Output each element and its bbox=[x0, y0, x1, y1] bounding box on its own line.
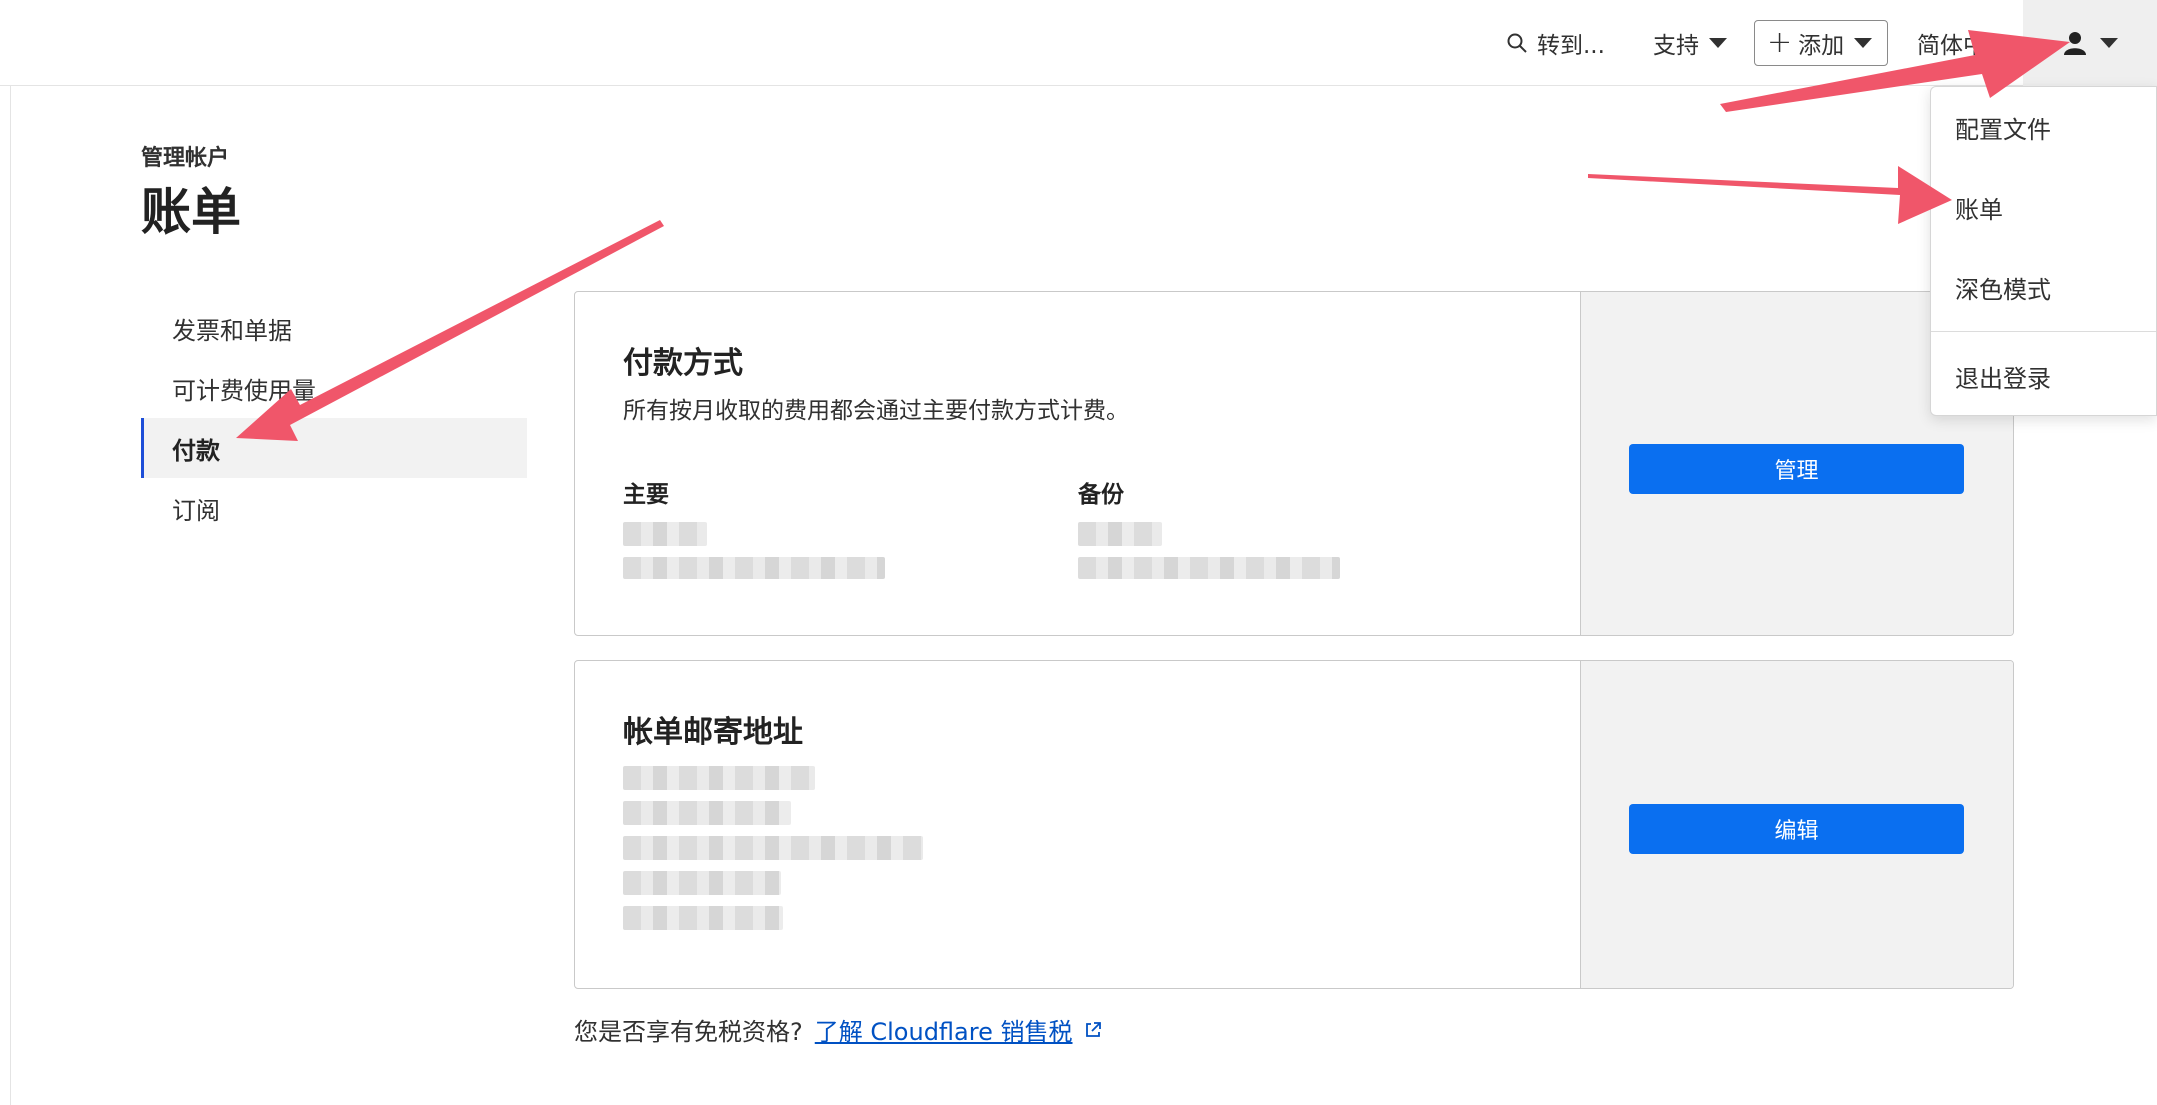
payment-card-description: 所有按月收取的费用都会通过主要付款方式计费。 bbox=[623, 398, 1129, 424]
tax-question: 您是否享有免税资格? bbox=[574, 1018, 803, 1046]
billing-address-card: 帐单邮寄地址 编辑 bbox=[574, 660, 2014, 989]
breadcrumb: 管理帐户 bbox=[141, 146, 230, 171]
support-menu-button[interactable]: 支持 bbox=[1653, 20, 1727, 66]
address-card-title: 帐单邮寄地址 bbox=[623, 715, 803, 750]
user-dropdown-menu: 配置文件 账单 深色模式 退出登录 bbox=[1930, 86, 2157, 416]
search-label: 转到... bbox=[1537, 33, 1605, 59]
user-icon bbox=[2064, 32, 2086, 55]
side-nav: 发票和单据 可计费使用量 付款 订阅 bbox=[141, 298, 527, 538]
language-label: 简体中文 bbox=[1917, 33, 2009, 59]
menu-item-profile[interactable]: 配置文件 bbox=[1931, 87, 2156, 167]
arrow-to-billing-menu-item bbox=[1588, 166, 1952, 224]
user-menu-button[interactable] bbox=[2023, 0, 2157, 86]
search-icon bbox=[1507, 33, 1527, 53]
menu-item-billing[interactable]: 账单 bbox=[1931, 167, 2156, 247]
add-button[interactable]: + 添加 bbox=[1754, 20, 1888, 66]
language-selector[interactable]: 简体中文 bbox=[1917, 20, 2037, 66]
redacted-backup-card-details bbox=[1078, 557, 1340, 579]
nav-item-label: 订阅 bbox=[172, 496, 220, 525]
plus-icon: + bbox=[1767, 25, 1793, 60]
top-bar: 转到... 支持 + 添加 简体中文 bbox=[0, 0, 2157, 86]
nav-item-subscriptions[interactable]: 订阅 bbox=[141, 478, 527, 538]
external-link-icon[interactable] bbox=[1083, 1020, 1103, 1040]
edit-button[interactable]: 编辑 bbox=[1629, 804, 1964, 854]
nav-item-label: 可计费使用量 bbox=[172, 376, 316, 405]
redacted-address-line bbox=[623, 871, 781, 895]
redacted-primary-card-type bbox=[623, 522, 707, 546]
redacted-address-line bbox=[623, 836, 923, 860]
address-card-actions: 编辑 bbox=[1580, 661, 2013, 988]
page-title: 账单 bbox=[141, 183, 241, 241]
redacted-address-line bbox=[623, 766, 815, 790]
menu-item-logout[interactable]: 退出登录 bbox=[1931, 336, 2156, 416]
nav-item-invoices[interactable]: 发票和单据 bbox=[141, 298, 527, 358]
tax-exemption-line: 您是否享有免税资格? 了解 Cloudflare 销售税 bbox=[574, 1012, 1103, 1047]
nav-item-label: 发票和单据 bbox=[172, 316, 292, 345]
redacted-backup-card-type bbox=[1078, 522, 1162, 546]
search-button[interactable]: 转到... bbox=[1505, 20, 1605, 66]
chevron-down-icon bbox=[1854, 38, 1873, 48]
nav-item-label: 付款 bbox=[172, 436, 220, 465]
left-border bbox=[10, 86, 11, 1105]
nav-item-billable-usage[interactable]: 可计费使用量 bbox=[141, 358, 527, 418]
menu-item-dark-mode[interactable]: 深色模式 bbox=[1931, 247, 2156, 327]
redacted-primary-card-details bbox=[623, 557, 885, 579]
chevron-down-icon bbox=[2100, 38, 2118, 48]
nav-item-payment[interactable]: 付款 bbox=[141, 418, 527, 478]
support-label: 支持 bbox=[1653, 33, 1699, 59]
add-label: 添加 bbox=[1798, 33, 1845, 59]
primary-label: 主要 bbox=[623, 482, 669, 508]
backup-label: 备份 bbox=[1078, 482, 1124, 508]
payment-card-title: 付款方式 bbox=[623, 346, 743, 381]
payment-method-card: 付款方式 所有按月收取的费用都会通过主要付款方式计费。 主要 备份 管理 bbox=[574, 291, 2014, 636]
menu-divider bbox=[1931, 331, 2156, 332]
sales-tax-link[interactable]: 了解 Cloudflare 销售税 bbox=[815, 1012, 1073, 1047]
redacted-address-line bbox=[623, 906, 783, 930]
chevron-down-icon bbox=[1709, 38, 1727, 48]
redacted-address-line bbox=[623, 801, 791, 825]
manage-button[interactable]: 管理 bbox=[1629, 444, 1964, 494]
